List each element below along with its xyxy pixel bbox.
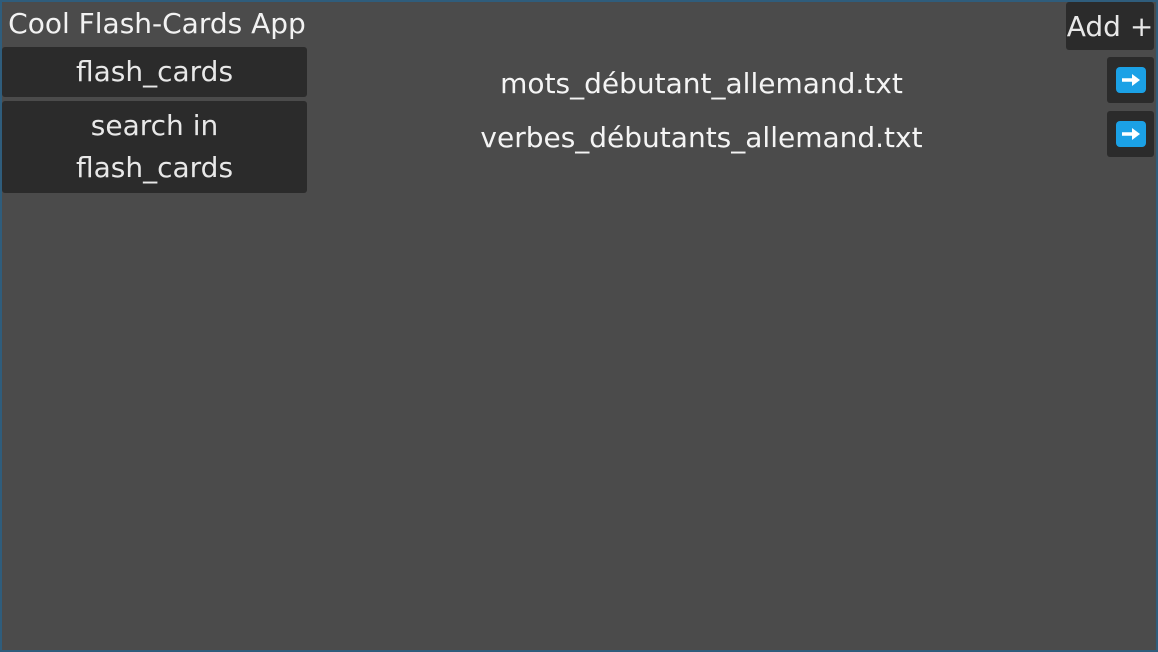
arrow-right-icon — [1115, 121, 1146, 147]
file-name: verbes_débutants_allemand.txt — [480, 120, 923, 154]
arrow-right-icon — [1115, 67, 1146, 93]
add-button-label: Add + — [1066, 9, 1154, 43]
app-window: Cool Flash-Cards App flash_cards search … — [0, 0, 1158, 652]
folder-button-flash-cards[interactable]: flash_cards — [2, 47, 307, 97]
folder-button-label: flash_cards — [75, 55, 234, 88]
search-button-label: search in flash_cards — [75, 109, 234, 184]
file-list: mots_débutant_allemand.txt verbes_débuta… — [307, 56, 1096, 164]
add-button[interactable]: Add + — [1066, 2, 1154, 50]
open-file-button[interactable] — [1107, 57, 1154, 103]
open-file-button[interactable] — [1107, 111, 1154, 157]
app-title: Cool Flash-Cards App — [8, 7, 306, 40]
search-in-folder-button[interactable]: search in flash_cards — [2, 101, 307, 193]
file-name: mots_débutant_allemand.txt — [500, 66, 903, 100]
file-item[interactable]: mots_débutant_allemand.txt — [307, 56, 1096, 110]
file-item[interactable]: verbes_débutants_allemand.txt — [307, 110, 1096, 164]
